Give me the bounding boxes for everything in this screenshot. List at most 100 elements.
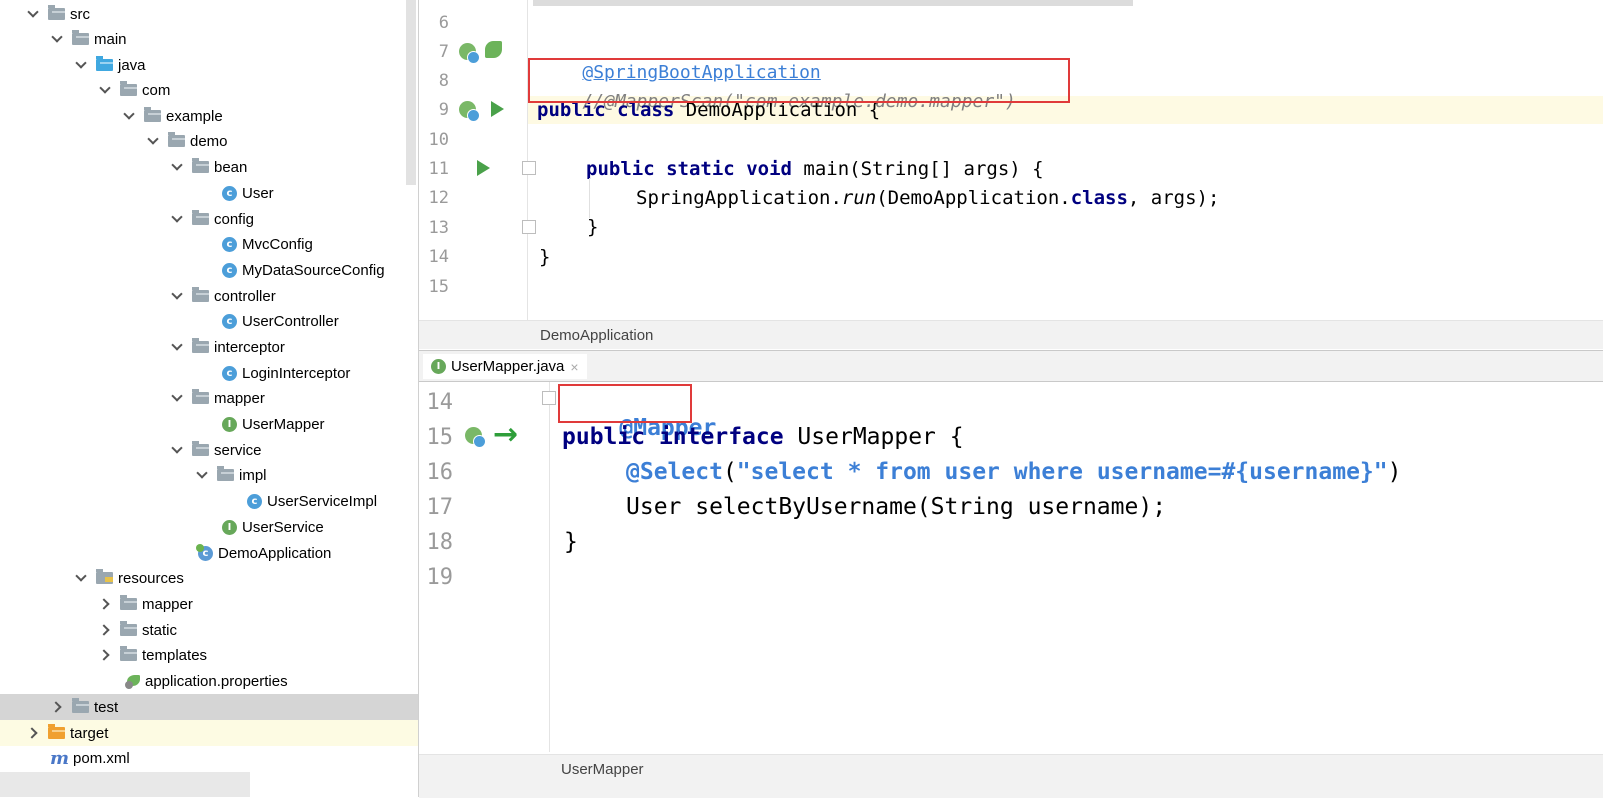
tab-usermapper[interactable]: I UserMapper.java × [423,354,587,379]
spring-bean-icon[interactable] [459,101,480,122]
chevron-down-icon[interactable] [100,77,110,103]
navigate-arrow-icon[interactable]: → [493,420,518,450]
tree-label: UserMapper [242,415,325,433]
tree-node-test[interactable]: test [0,694,418,720]
tree-label: mapper [214,389,265,407]
fold-icon[interactable] [522,161,536,175]
project-tree: src main java com example demo bean c Us… [0,0,419,797]
chevron-down-icon[interactable] [76,565,86,591]
keyword-token: void [746,158,792,180]
line-number: 6 [438,13,449,33]
line-number: 8 [438,71,449,91]
tree-label: com [142,81,171,99]
tree-node-service[interactable]: service [0,437,418,463]
breadcrumb[interactable]: DemoApplication [419,320,1603,349]
breadcrumb-item[interactable]: UserMapper [561,761,644,778]
tree-node-static[interactable]: static [0,617,418,643]
breadcrumb[interactable]: UserMapper [419,754,1603,798]
tree-node-user[interactable]: c User [0,180,418,206]
editor-usermapper[interactable]: 14 15 16 17 18 19 → @Mapper public inter… [419,382,1603,798]
chevron-right-icon[interactable] [28,720,38,746]
tree-label: LoginInterceptor [242,364,351,382]
mybatis-mapper-icon[interactable] [465,427,486,448]
chevron-down-icon[interactable] [172,154,182,180]
identifier-token: (DemoApplication. [876,187,1071,209]
tree-node-userservice[interactable]: I UserService [0,514,418,540]
chevron-down-icon[interactable] [172,385,182,411]
editor-demoapplication[interactable]: 6 7 8 9 10 11 12 13 14 15 @SpringBootApp… [419,0,1603,349]
chevron-down-icon[interactable] [76,52,86,78]
tree-node-bean[interactable]: bean [0,154,418,180]
tree-node-controller[interactable]: controller [0,283,418,309]
tree-node-usermapper[interactable]: I UserMapper [0,411,418,437]
chevron-down-icon[interactable] [197,462,207,488]
tree-node-userserviceimpl[interactable]: c UserServiceImpl [0,488,418,514]
run-icon[interactable] [477,160,490,176]
chevron-down-icon[interactable] [28,1,38,27]
tree-node-java[interactable]: java [0,52,418,78]
resources-folder-icon [96,569,113,584]
line-number: 15 [428,277,449,297]
tree-node-com[interactable]: com [0,77,418,103]
tree-node-demo[interactable]: demo [0,128,418,154]
tree-node-target[interactable]: target [0,720,418,746]
code-line-close-brace: } [539,246,551,268]
tree-node-src[interactable]: src [0,1,418,27]
tree-node-logininterceptor[interactable]: c LoginInterceptor [0,360,418,386]
chevron-down-icon[interactable] [172,206,182,232]
chevron-down-icon[interactable] [52,26,62,52]
tree-node-usercontroller[interactable]: c UserController [0,308,418,334]
chevron-right-icon[interactable] [52,694,62,720]
tree-node-config[interactable]: config [0,206,418,232]
tree-node-impl[interactable]: impl [0,462,418,488]
keyword-token: class [1070,187,1128,209]
highlight-box-mapper [558,384,692,423]
run-icon[interactable] [491,101,504,117]
tree-node-templates[interactable]: templates [0,642,418,668]
tree-node-res-mapper[interactable]: mapper [0,591,418,617]
tree-node-resources[interactable]: resources [0,565,418,591]
tree-node-demoapplication[interactable]: c DemoApplication [0,540,418,566]
editor-tab-bar: I UserMapper.java × [419,350,1603,383]
chevron-down-icon[interactable] [172,334,182,360]
line-number: 9 [438,100,449,120]
breadcrumb-item[interactable]: DemoApplication [540,327,653,344]
tree-node-mapper[interactable]: mapper [0,385,418,411]
tree-node-mvcconfig[interactable]: c MvcConfig [0,231,418,257]
tree-label: interceptor [214,338,285,356]
spring-bean-icon[interactable] [459,43,480,64]
line-number: 12 [428,188,449,208]
spring-leaf-icon[interactable] [485,41,502,58]
tree-label: controller [214,287,276,305]
folder-icon [48,5,65,20]
class-icon: c [222,365,237,381]
chevron-right-icon[interactable] [100,617,110,643]
tree-node-mydatasourceconfig[interactable]: c MyDataSourceConfig [0,257,418,283]
package-icon [217,466,234,481]
tree-label: DemoApplication [218,544,332,562]
close-icon[interactable]: × [570,359,578,375]
tree-node-example[interactable]: example [0,103,418,129]
chevron-down-icon[interactable] [124,103,134,129]
identifier-token: SpringApplication. [636,187,842,209]
tree-node-interceptor[interactable]: interceptor [0,334,418,360]
fold-icon[interactable] [522,220,536,234]
tree-label: resources [118,569,184,587]
chevron-down-icon[interactable] [172,283,182,309]
line-number: 15 [426,425,454,450]
chevron-down-icon[interactable] [148,128,158,154]
tree-node-main[interactable]: main [0,26,418,52]
punctuation-token: ( [722,459,737,485]
line-number: 14 [426,390,454,415]
chevron-right-icon[interactable] [100,642,110,668]
line-number: 16 [426,460,454,485]
chevron-down-icon[interactable] [172,437,182,463]
punctuation-token: ) [1387,459,1402,485]
class-icon: c [222,236,237,252]
tree-node-application-properties[interactable]: application.properties [0,668,418,694]
package-icon [120,81,137,96]
fold-icon[interactable] [542,391,556,405]
chevron-right-icon[interactable] [100,591,110,617]
tree-node-pom[interactable]: m pom.xml [0,745,418,771]
tree-label: mapper [142,595,193,613]
